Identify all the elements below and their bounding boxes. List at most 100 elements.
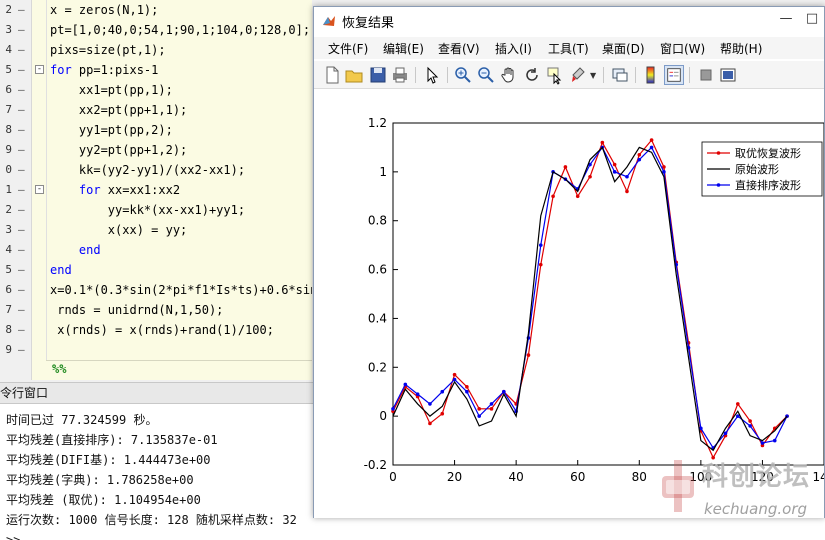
breakpoint-marker[interactable]: — bbox=[18, 80, 25, 100]
link-icon[interactable] bbox=[610, 65, 630, 85]
colorbar-icon[interactable] bbox=[641, 65, 661, 85]
brush-icon[interactable] bbox=[568, 65, 588, 85]
toolbar-separator bbox=[689, 67, 690, 83]
code-line[interactable]: 6 — x=0.1*(0.3*sin(2*pi*f1*Is*ts)+0.6*sin bbox=[0, 280, 312, 300]
line-number: 2 bbox=[5, 203, 12, 216]
menu-help[interactable]: 帮助(H) bbox=[720, 40, 762, 57]
print-icon[interactable] bbox=[390, 65, 410, 85]
minimize-button[interactable]: — bbox=[774, 9, 798, 31]
code-line[interactable]: 8 — x(rnds) = x(rnds)+rand(1)/100; bbox=[0, 320, 312, 340]
cell-marker: %% bbox=[52, 362, 67, 376]
breakpoint-marker[interactable]: — bbox=[18, 300, 25, 320]
zoom-out-icon[interactable] bbox=[476, 65, 496, 85]
code-content: yy=kk*(xx-xx1)+yy1; bbox=[50, 203, 246, 217]
data-point bbox=[600, 140, 605, 145]
breakpoint-marker[interactable]: — bbox=[18, 120, 25, 140]
rotate-icon[interactable] bbox=[522, 65, 542, 85]
menu-insert[interactable]: 插入(I) bbox=[495, 40, 532, 57]
new-file-icon[interactable] bbox=[322, 65, 342, 85]
legend-marker bbox=[716, 151, 721, 155]
x-tick-label: 40 bbox=[509, 470, 524, 484]
legend-icon[interactable] bbox=[664, 65, 684, 85]
data-point bbox=[772, 438, 777, 443]
figure-titlebar[interactable]: 恢复结果 — □ bbox=[314, 7, 824, 35]
breakpoint-marker[interactable]: — bbox=[18, 160, 25, 180]
fold-toggle-icon[interactable]: - bbox=[35, 185, 44, 194]
code-line[interactable]: 5 — end bbox=[0, 260, 312, 280]
breakpoint-marker[interactable]: — bbox=[18, 20, 25, 40]
code-line[interactable]: 0 — kk=(yy2-yy1)/(xx2-xx1); bbox=[0, 160, 312, 180]
pan-hand-icon[interactable] bbox=[499, 65, 519, 85]
code-line[interactable]: 2 — x = zeros(N,1); bbox=[0, 0, 312, 20]
line-number: 7 bbox=[5, 303, 12, 316]
save-icon[interactable] bbox=[368, 65, 388, 85]
code-content: x(xx) = yy; bbox=[50, 223, 188, 237]
menu-view[interactable]: 查看(V) bbox=[438, 40, 480, 57]
breakpoint-marker[interactable]: — bbox=[18, 100, 25, 120]
code-line[interactable]: 2 — yy=kk*(xx-xx1)+yy1; bbox=[0, 200, 312, 220]
breakpoint-marker[interactable]: — bbox=[18, 260, 25, 280]
data-point bbox=[403, 382, 408, 387]
code-line[interactable]: 3 — pt=[1,0;40,0;54,1;90,1;104,0;128,0]; bbox=[0, 20, 312, 40]
breakpoint-marker[interactable]: — bbox=[18, 40, 25, 60]
menu-file[interactable]: 文件(F) bbox=[328, 40, 368, 57]
y-tick-label: 1.2 bbox=[368, 116, 387, 130]
code-line[interactable]: 4 — end bbox=[0, 240, 312, 260]
breakpoint-marker[interactable]: — bbox=[18, 180, 25, 200]
code-content: kk=(yy2-yy1)/(xx2-xx1); bbox=[50, 163, 246, 177]
breakpoint-marker[interactable]: — bbox=[18, 240, 25, 260]
data-point bbox=[415, 392, 420, 396]
code-line[interactable]: 1 — - for xx=xx1:xx2 bbox=[0, 180, 312, 200]
breakpoint-marker[interactable]: — bbox=[18, 280, 25, 300]
command-window[interactable]: 时间已过 77.324599 秒。 平均残差(直接排序): 7.135837e-0… bbox=[0, 404, 314, 540]
breakpoint-marker[interactable]: — bbox=[18, 140, 25, 160]
hide-tools-icon[interactable] bbox=[696, 65, 716, 85]
menu-window[interactable]: 窗口(W) bbox=[660, 40, 705, 57]
data-point bbox=[649, 138, 654, 142]
code-text: xx1=pt(pp,1); bbox=[50, 80, 173, 100]
data-point bbox=[489, 402, 494, 406]
y-tick-label: -0.2 bbox=[364, 458, 387, 472]
toolbar-separator bbox=[603, 67, 604, 83]
breakpoint-marker[interactable]: — bbox=[18, 220, 25, 240]
data-point bbox=[649, 145, 654, 150]
code-line[interactable]: 6 — xx1=pt(pp,1); bbox=[0, 80, 312, 100]
breakpoint-marker[interactable]: — bbox=[18, 0, 25, 20]
data-point bbox=[477, 407, 481, 411]
fold-toggle-icon[interactable]: - bbox=[35, 65, 44, 74]
data-point bbox=[612, 170, 617, 174]
code-line[interactable]: 4 — pixs=size(pt,1); bbox=[0, 40, 312, 60]
maximize-button[interactable]: □ bbox=[800, 9, 824, 31]
code-line[interactable]: 9 — yy2=pt(pp+1,2); bbox=[0, 140, 312, 160]
code-editor[interactable]: 2 — x = zeros(N,1); 3 — pt=[1,0;40,0;54,1;90,… bbox=[0, 0, 312, 380]
breakpoint-marker[interactable]: — bbox=[18, 320, 25, 340]
code-line[interactable]: 8 — yy1=pt(pp,2); bbox=[0, 120, 312, 140]
data-point bbox=[428, 402, 432, 406]
breakpoint-marker[interactable]: — bbox=[18, 200, 25, 220]
dock-icon[interactable] bbox=[718, 65, 738, 85]
code-content: pp=1:pixs-1 bbox=[71, 63, 159, 77]
x-tick-label: 20 bbox=[447, 470, 462, 484]
legend-marker bbox=[716, 183, 721, 187]
x-tick-label: 60 bbox=[570, 470, 585, 484]
code-line[interactable]: 5 — - for pp=1:pixs-1 bbox=[0, 60, 312, 80]
menu-edit[interactable]: 编辑(E) bbox=[383, 40, 424, 57]
figure-window[interactable]: 恢复结果 — □ 文件(F) 编辑(E) 查看(V) 插入(I) 工具(T) 桌… bbox=[313, 6, 825, 518]
command-prompt[interactable]: >> bbox=[6, 530, 20, 540]
pointer-icon[interactable] bbox=[422, 65, 442, 85]
menu-desktop[interactable]: 桌面(D) bbox=[602, 40, 645, 57]
menu-tools[interactable]: 工具(T) bbox=[548, 40, 589, 57]
watermark-title: 科创论坛 bbox=[702, 462, 811, 492]
code-line[interactable]: 7 — xx2=pt(pp+1,1); bbox=[0, 100, 312, 120]
open-folder-icon[interactable] bbox=[344, 65, 364, 85]
data-point bbox=[575, 194, 580, 199]
brush-dropdown-icon[interactable]: ▼ bbox=[590, 71, 596, 80]
breakpoint-marker[interactable]: — bbox=[18, 60, 25, 80]
breakpoint-marker[interactable]: — bbox=[18, 340, 25, 360]
code-line[interactable]: 7 — rnds = unidrnd(N,1,50); bbox=[0, 300, 312, 320]
data-cursor-icon[interactable] bbox=[545, 65, 565, 85]
code-line[interactable]: 3 — x(xx) = yy; bbox=[0, 220, 312, 240]
code-line[interactable]: 9— bbox=[0, 340, 312, 360]
zoom-in-icon[interactable] bbox=[453, 65, 473, 85]
line-number: 8 bbox=[5, 323, 12, 336]
